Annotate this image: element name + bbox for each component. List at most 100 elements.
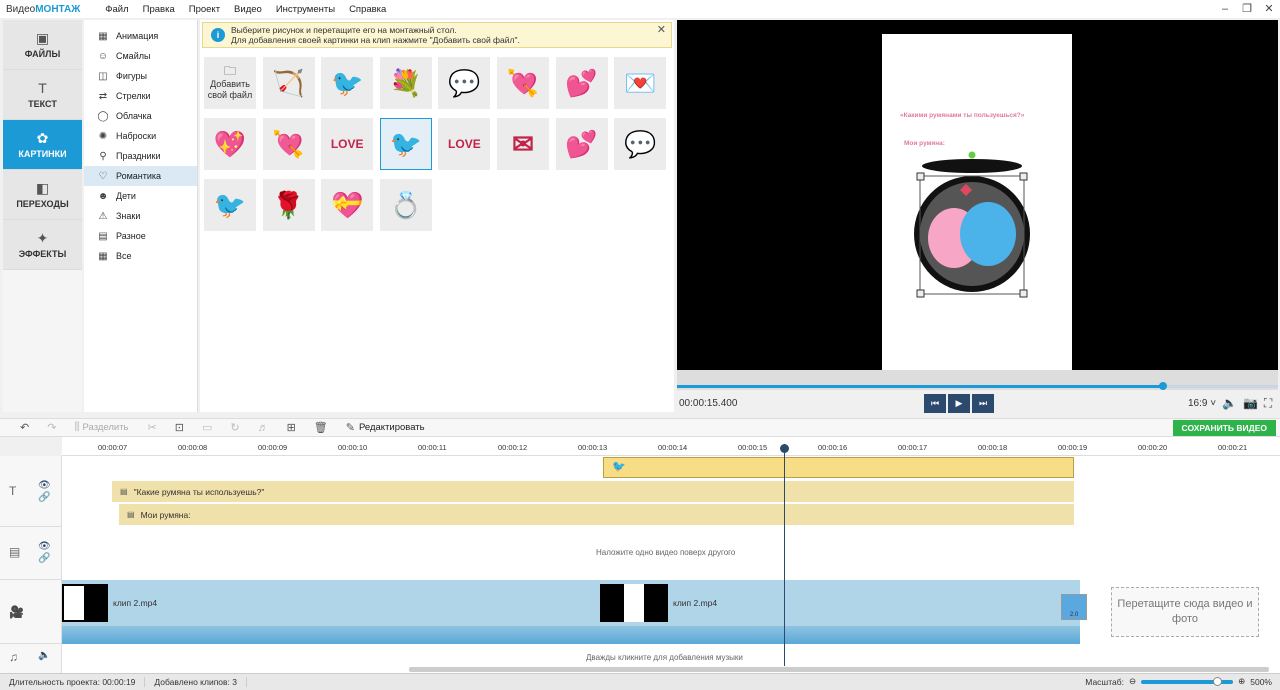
category-arrows[interactable]: ⇄ Стрелки — [84, 86, 197, 106]
link-icon[interactable]: 🔗 — [38, 553, 50, 564]
sticker-tile[interactable]: 💍 — [379, 179, 432, 231]
category-signs[interactable]: ⚠ Знаки — [84, 206, 197, 226]
video-clip[interactable]: клип 2.mp4 — [600, 580, 1070, 626]
next-frame-icon[interactable]: ⏭ — [972, 394, 994, 413]
category-animation[interactable]: ▦ Анимация — [84, 26, 197, 46]
camera-icon[interactable]: 📷 — [1243, 396, 1258, 411]
sticker-tile[interactable]: 💐 — [379, 57, 432, 109]
undo-icon[interactable]: ↶ — [0, 421, 38, 434]
sticker-tile[interactable]: LOVE — [321, 118, 374, 170]
timeline-scrollbar[interactable] — [409, 667, 1269, 672]
add-marker-icon[interactable]: ⊞ — [278, 421, 305, 434]
category-bubbles[interactable]: ◯ Облачка — [84, 106, 197, 126]
sticker-tile[interactable]: 💕 — [555, 118, 608, 170]
add-own-file-button[interactable]: 🗀 Добавить свой файл — [204, 57, 256, 109]
sticker-tile[interactable]: 🐦 — [204, 179, 256, 231]
text-clip[interactable]: ▤ Мои румяна: — [119, 504, 1074, 525]
progress-fill — [677, 385, 1164, 388]
nav-effects[interactable]: ✦ ЭФФЕКТЫ — [3, 220, 82, 270]
transition-thumb[interactable]: 2.0 — [1061, 594, 1087, 620]
menu-file[interactable]: Файл — [98, 4, 135, 15]
edit-toolbar: ↶ ↷ ⫼ Разделить ✂ ⊡ ▭ ↻ ♬ ⊞ 🗑 ✎ Редактир… — [0, 418, 1280, 437]
sticker-tile[interactable]: 💘 — [497, 57, 549, 109]
sticker-icon: LOVE — [330, 137, 364, 151]
crop-icon[interactable]: ⊡ — [166, 421, 193, 434]
category-all[interactable]: ▦ Все — [84, 246, 197, 266]
sticker-tile[interactable]: 💬 — [614, 118, 667, 170]
video-clip[interactable]: клип 2.mp4 — [62, 580, 592, 626]
speaker-icon[interactable]: 🔈 — [38, 650, 50, 661]
sticker-tile[interactable]: 💝 — [321, 179, 374, 231]
sticker-tile[interactable]: LOVE — [438, 118, 491, 170]
sticker-tile[interactable]: 🏹 — [262, 57, 315, 109]
sticker-tile[interactable]: 💕 — [555, 57, 608, 109]
sticker-tile[interactable]: ✉ — [497, 118, 549, 170]
zoom-out-icon[interactable]: ⊖ — [1129, 676, 1136, 687]
ruler-tick: 00:00:13 — [578, 443, 608, 452]
sticker-icon: 💖 — [213, 128, 247, 159]
rotate-icon[interactable]: ↻ — [221, 421, 248, 434]
nav-pictures[interactable]: ✿ КАРТИНКИ — [3, 120, 82, 170]
playback-progress-bar[interactable] — [677, 370, 1278, 390]
volume-icon[interactable]: 🔈 — [1222, 396, 1237, 411]
menu-video[interactable]: Видео — [227, 4, 269, 15]
sticker-tile[interactable]: 🐦 — [379, 118, 432, 170]
frame-icon[interactable]: ▭ — [193, 421, 221, 434]
play-icon[interactable]: ▶ — [948, 394, 970, 413]
category-smiles[interactable]: ☺ Смайлы — [84, 46, 197, 66]
sticker-tile[interactable]: 🐦 — [321, 57, 374, 109]
category-misc[interactable]: ▤ Разное — [84, 226, 197, 246]
close-icon[interactable]: ✕ — [1258, 0, 1280, 18]
zoom-in-icon[interactable]: ⊕ — [1238, 676, 1245, 687]
save-video-button[interactable]: СОХРАНИТЬ ВИДЕО — [1172, 420, 1276, 436]
timeline-ruler[interactable]: 00:00:07 00:00:08 00:00:09 00:00:10 00:00:11… — [62, 437, 1280, 456]
nav-files[interactable]: ▣ ФАЙЛЫ — [3, 20, 82, 70]
sticker-clip[interactable]: 🐦 — [603, 457, 1074, 478]
menu-edit[interactable]: Правка — [136, 4, 182, 15]
prev-frame-icon[interactable]: ⏮ — [924, 394, 946, 413]
close-banner-icon[interactable]: ✕ — [657, 25, 666, 36]
category-kids[interactable]: ☻ Дети — [84, 186, 197, 206]
sticker-icon: 💍 — [389, 189, 422, 220]
maximize-icon[interactable]: ❐ — [1236, 0, 1258, 18]
sticker-tile[interactable]: 🌹 — [262, 179, 315, 231]
video-preview[interactable]: «Какими румянами ты пользуешься?» Мои ру… — [677, 20, 1278, 370]
category-shapes[interactable]: ◫ Фигуры — [84, 66, 197, 86]
preview-sticker[interactable] — [912, 150, 1032, 300]
sticker-icon: LOVE — [448, 137, 481, 151]
sticker-icon: 🐦 — [331, 67, 364, 98]
sticker-tile[interactable]: 💌 — [614, 57, 667, 109]
category-holidays[interactable]: ⚲ Праздники — [84, 146, 197, 166]
eye-icon[interactable]: 👁 — [38, 541, 51, 552]
link-icon[interactable]: 🔗 — [38, 492, 50, 503]
fullscreen-icon[interactable]: ⛶ — [1264, 396, 1272, 411]
sticker-tile[interactable]: 💬 — [438, 57, 491, 109]
preview-title-text[interactable]: «Какими румянами ты пользуешься?» — [900, 112, 1024, 119]
drop-media-zone[interactable]: Перетащите сюда видео и фото — [1111, 587, 1259, 637]
split-button[interactable]: Разделить — [83, 422, 139, 433]
kid-icon: ☻ — [97, 190, 109, 202]
progress-knob[interactable] — [1159, 382, 1167, 390]
birds-thumb-icon: 🐦 — [612, 461, 626, 473]
menu-help[interactable]: Справка — [342, 4, 393, 15]
delete-icon[interactable]: 🗑 — [305, 421, 337, 434]
minimize-icon[interactable]: – — [1214, 0, 1236, 18]
menu-project[interactable]: Проект — [182, 4, 227, 15]
nav-text[interactable]: T ТЕКСТ — [3, 70, 82, 120]
edit-button[interactable]: Редактировать — [359, 422, 435, 433]
category-sketches[interactable]: ✺ Наброски — [84, 126, 197, 146]
sticker-tile[interactable]: 💘 — [262, 118, 315, 170]
aspect-ratio-select[interactable]: 16:9 ˅ — [1188, 398, 1216, 409]
eye-icon[interactable]: 👁 — [38, 480, 51, 491]
nav-transitions[interactable]: ◧ ПЕРЕХОДЫ — [3, 170, 82, 220]
redo-icon[interactable]: ↷ — [38, 421, 65, 434]
audio-icon[interactable]: ♬ — [249, 422, 278, 434]
text-clip[interactable]: ▤ "Какие румяна ты используешь?" — [112, 481, 1074, 502]
zoom-slider[interactable] — [1141, 676, 1234, 686]
menu-tools[interactable]: Инструменты — [269, 4, 342, 15]
playhead[interactable] — [780, 444, 789, 666]
scissors-icon[interactable]: ✂ — [139, 421, 166, 434]
sticker-tile[interactable]: 💖 — [204, 118, 256, 170]
category-romance[interactable]: ♡ Романтика — [84, 166, 197, 186]
preview-subtitle-text[interactable]: Мои румяна: — [904, 140, 945, 147]
